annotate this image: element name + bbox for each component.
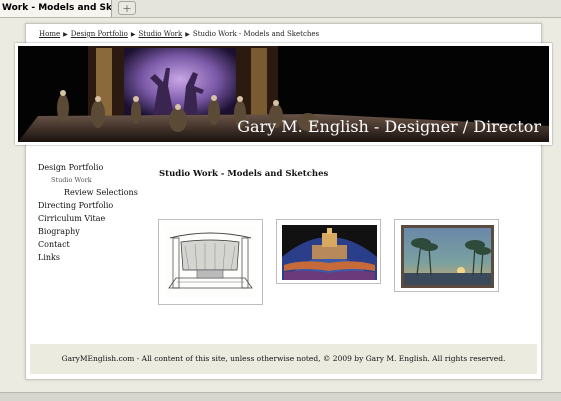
breadcrumb-studio-work-link[interactable]: Studio Work	[138, 30, 182, 38]
breadcrumb: Home ▶ Design Portfolio ▶ Studio Work ▶ Studio…	[39, 30, 319, 38]
breadcrumb-separator-icon: ▶	[63, 31, 68, 38]
nav-item-directing-portfolio[interactable]: Directing Portfolio	[38, 199, 138, 212]
sidebar-nav: Design Portfolio Studio Work Review Sele…	[38, 161, 138, 264]
breadcrumb-separator-icon: ▶	[185, 31, 190, 38]
browser-tab-strip: Work - Models and Sketches +	[0, 0, 561, 18]
breadcrumb-separator-icon: ▶	[130, 31, 136, 38]
dome-model-image	[282, 225, 377, 280]
page-heading: Studio Work - Models and Sketches	[159, 169, 329, 179]
nav-item-contact[interactable]: Contact	[38, 238, 138, 251]
nav-item-links[interactable]: Links	[38, 251, 138, 264]
site-title: Gary M. English - Designer / Director	[237, 117, 541, 136]
footer: GaryMEnglish.com - All content of this s…	[30, 344, 537, 374]
nav-item-studio-work[interactable]: Studio Work	[38, 174, 138, 186]
nav-item-cirriculum-vitae[interactable]: Cirriculum Vitae	[38, 212, 138, 225]
nav-item-biography[interactable]: Biography	[38, 225, 138, 238]
nav-item-design-portfolio[interactable]: Design Portfolio	[38, 161, 138, 174]
browser-tab[interactable]: Work - Models and Sketches	[0, 0, 112, 17]
breadcrumb-current: Studio Work - Models and Sketches	[192, 30, 320, 38]
nav-item-review-selections[interactable]: Review Selections	[38, 186, 138, 199]
header-banner: Gary M. English - Designer / Director	[15, 43, 552, 145]
thumbnail-stage-sketch[interactable]	[158, 219, 263, 305]
stage-sketch-image	[165, 226, 256, 298]
browser-viewport: Home ▶ Design Portfolio ▶ Studio Work ▶ Studio…	[0, 18, 561, 392]
new-tab-button[interactable]: +	[118, 1, 136, 15]
thumbnail-palm-landscape[interactable]	[394, 219, 499, 292]
breadcrumb-design-portfolio-link[interactable]: Design Portfolio	[71, 30, 128, 38]
palm-landscape-image	[401, 225, 494, 288]
page-container: Home ▶ Design Portfolio ▶ Studio Work ▶ Studio…	[15, 23, 552, 380]
thumbnail-dome-model[interactable]	[276, 219, 381, 284]
breadcrumb-home-link[interactable]: Home	[39, 30, 60, 38]
